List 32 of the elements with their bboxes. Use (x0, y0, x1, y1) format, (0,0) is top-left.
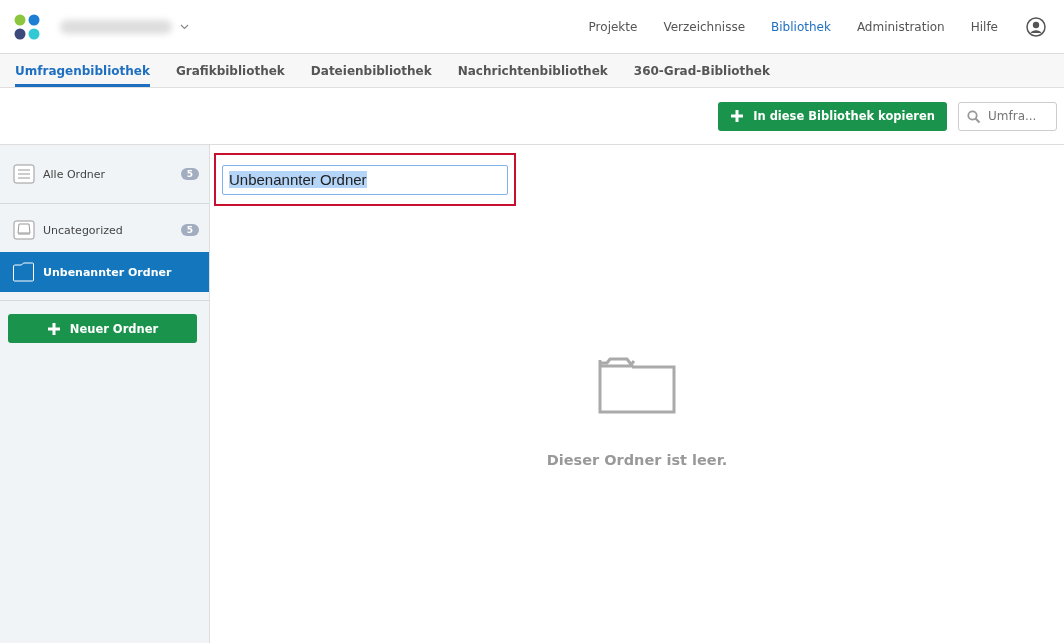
count-badge: 5 (180, 168, 199, 180)
nav-link[interactable]: Administration (856, 19, 945, 34)
folder-name-field[interactable]: Unbenannter Ordner (222, 164, 508, 195)
folder-label: Alle Ordner (43, 167, 107, 181)
search-icon (967, 109, 981, 124)
search-field[interactable]: Umfra... (958, 101, 1057, 131)
folder-label: Uncategorized (43, 223, 124, 237)
nav-link[interactable]: Verzeichnisse (663, 19, 746, 34)
library-tab[interactable]: Nachrichtenbibliothek (457, 54, 608, 87)
copy-to-library-button[interactable]: In diese Bibliothek kopieren (718, 101, 947, 131)
folder-label: Unbenannter Ordner (43, 265, 173, 279)
library-tab[interactable]: Grafikbibliothek (175, 54, 285, 87)
tray-icon (13, 220, 35, 240)
folder-item[interactable]: Uncategorized 5 (0, 204, 209, 252)
logo-icon (14, 13, 40, 40)
folder-item[interactable]: Unbenannter Ordner (0, 252, 209, 292)
caret-icon[interactable] (180, 23, 189, 30)
list-icon (13, 164, 35, 184)
new-folder-button[interactable]: Neuer Ordner (8, 314, 197, 343)
empty-folder-message: Dieser Ordner ist leer. (546, 452, 728, 468)
nav-link[interactable]: Hilfe (970, 19, 998, 34)
library-tab[interactable]: 360-Grad-Bibliothek (633, 54, 770, 87)
folder-item[interactable]: Alle Ordner 5 (0, 145, 209, 204)
folder-icon (13, 262, 35, 282)
plus-icon (46, 321, 61, 336)
library-tab[interactable]: Umfragenbibliothek (15, 54, 150, 87)
library-tab[interactable]: Dateienbibliothek (310, 54, 432, 87)
user-avatar-icon[interactable] (1026, 16, 1046, 37)
plus-icon (730, 109, 745, 123)
count-badge: 5 (180, 224, 199, 236)
nav-link[interactable]: Bibliothek (771, 19, 831, 34)
nav-link[interactable]: Projekte (588, 19, 638, 34)
